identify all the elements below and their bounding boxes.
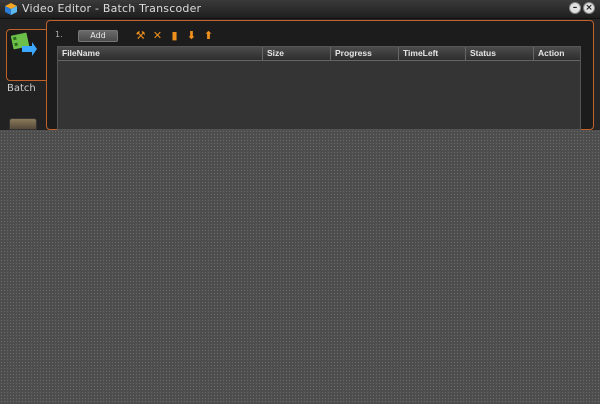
column-header-progress[interactable]: Progress (331, 47, 399, 60)
loading-overlay (0, 130, 600, 404)
app-window: Video Editor - Batch Transcoder – × Batc… (0, 0, 600, 130)
toolbar: 1. Add ⚒ ✕ ▮ ⬇ ⬆ (52, 28, 588, 44)
trash-icon[interactable]: ▮ (168, 29, 181, 42)
minimize-button[interactable]: – (569, 2, 581, 14)
wrench-icon[interactable]: ⚒ (134, 29, 147, 42)
move-down-icon[interactable]: ⬇ (185, 29, 198, 42)
column-header-filename[interactable]: FileName (58, 47, 263, 60)
delete-x-icon[interactable]: ✕ (151, 29, 164, 42)
add-button[interactable]: Add (78, 30, 118, 42)
column-header-action[interactable]: Action (534, 47, 580, 60)
table-header: FileName Size Progress TimeLeft Status A… (58, 47, 580, 61)
sidebar-item-label: Batch (7, 83, 36, 94)
row-number: 1. (55, 30, 63, 39)
move-up-icon[interactable]: ⬆ (202, 29, 215, 42)
close-button[interactable]: × (583, 2, 595, 14)
column-header-status[interactable]: Status (466, 47, 534, 60)
file-table: FileName Size Progress TimeLeft Status A… (57, 46, 581, 130)
app-logo-icon (5, 3, 17, 15)
media-icon[interactable] (9, 118, 37, 130)
window-title: Video Editor - Batch Transcoder (22, 2, 202, 15)
column-header-size[interactable]: Size (263, 47, 331, 60)
batch-film-icon (10, 32, 37, 56)
column-header-timeleft[interactable]: TimeLeft (399, 47, 466, 60)
title-bar: Video Editor - Batch Transcoder – × (0, 0, 600, 19)
